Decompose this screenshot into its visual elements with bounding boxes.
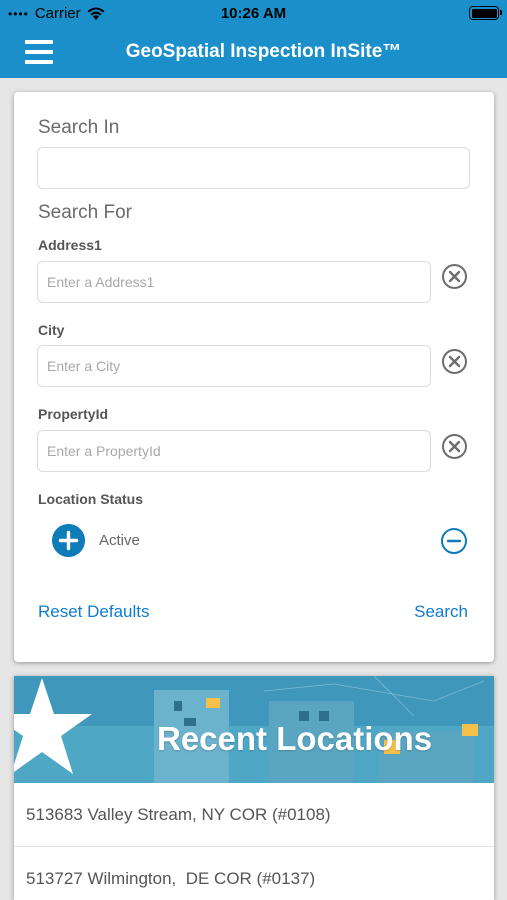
battery-icon (469, 6, 502, 20)
recent-location-label: 513727 Wilmington, DE COR (#0137) (26, 869, 316, 888)
nav-bar: GeoSpatial Inspection InSite™ (0, 28, 507, 78)
location-status-label: Location Status (38, 491, 144, 507)
recent-location-item[interactable]: 513727 Wilmington, DE COR (#0137) (14, 847, 494, 900)
status-time: 10:26 AM (220, 5, 287, 22)
recent-locations-title: Recent Locations (157, 720, 433, 757)
add-status-plus-icon[interactable] (52, 524, 85, 557)
city-clear-icon[interactable] (441, 348, 468, 375)
reset-defaults-button[interactable]: Reset Defaults (38, 602, 150, 622)
propertyid-input[interactable] (37, 430, 431, 472)
address1-label: Address1 (38, 237, 102, 253)
search-for-title: Search For (38, 202, 132, 223)
recent-locations-card: Recent Locations 513683 Valley Stream, N… (14, 676, 494, 900)
search-button[interactable]: Search (414, 602, 468, 622)
status-bar: •••• Carrier 10:26 AM (0, 0, 507, 28)
recent-location-item[interactable]: 513683 Valley Stream, NY COR (#0108) (14, 783, 494, 847)
location-status-value: Active (99, 532, 140, 549)
search-in-title: Search In (38, 117, 120, 138)
address1-input[interactable] (37, 261, 431, 303)
propertyid-clear-icon[interactable] (441, 433, 468, 460)
search-card: Search In Search For Address1 City Prope… (14, 92, 494, 662)
hamburger-menu-icon[interactable] (25, 40, 53, 64)
address1-clear-icon[interactable] (441, 263, 468, 290)
location-status-row: Active (14, 522, 494, 562)
recent-location-label: 513683 Valley Stream, NY COR (#0108) (26, 805, 331, 824)
search-in-input[interactable] (37, 147, 470, 189)
app-title: GeoSpatial Inspection InSite™ (125, 41, 402, 62)
remove-status-minus-icon[interactable] (440, 527, 468, 555)
recent-locations-banner: Recent Locations (14, 676, 494, 783)
propertyid-label: PropertyId (38, 406, 109, 422)
city-input[interactable] (37, 345, 431, 387)
city-label: City (38, 322, 65, 338)
